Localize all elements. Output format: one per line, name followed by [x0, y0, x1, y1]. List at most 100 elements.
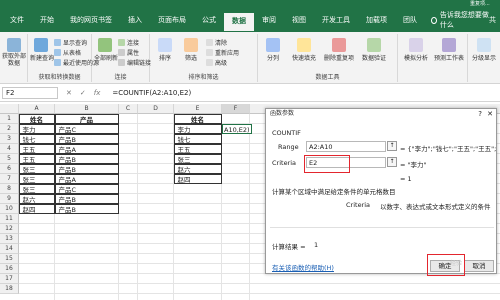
product-cell[interactable]: 产品C: [54, 183, 119, 194]
row-header[interactable]: 8: [0, 184, 19, 194]
column-header-b[interactable]: B: [55, 104, 119, 114]
product-cell[interactable]: 产品B: [54, 203, 119, 214]
name-cell[interactable]: 赵四: [18, 203, 55, 214]
product-cell[interactable]: 产品B: [54, 133, 119, 144]
refresh-all-button[interactable]: 全部刷新: [94, 38, 118, 62]
cancel-icon[interactable]: ✕: [66, 89, 72, 97]
row-header[interactable]: 1: [0, 114, 19, 124]
name-cell[interactable]: 赵六: [18, 193, 55, 204]
tab-formulas[interactable]: 公式: [194, 12, 224, 28]
cancel-button[interactable]: 取消: [464, 260, 494, 272]
tab-home[interactable]: 开始: [32, 12, 62, 28]
product-cell[interactable]: 产品A: [54, 143, 119, 154]
product-cell[interactable]: 产品A: [54, 173, 119, 184]
row-header[interactable]: 16: [0, 264, 19, 274]
active-cell-f2[interactable]: A10,E2): [222, 124, 252, 134]
data-validation-button[interactable]: 数据验证: [360, 38, 388, 62]
row-header[interactable]: 10: [0, 204, 19, 214]
name-cell[interactable]: 李力: [18, 123, 55, 134]
tell-me-box[interactable]: 告诉我您想要做什么: [425, 10, 489, 30]
product-cell[interactable]: 产品B: [54, 163, 119, 174]
range-input[interactable]: A2:A10: [306, 141, 386, 152]
product-cell[interactable]: 产品C: [54, 123, 119, 134]
remove-duplicates-button[interactable]: 删除重复项: [324, 38, 354, 62]
function-help-link[interactable]: 有关该函数的帮助(H): [272, 262, 334, 272]
share-button[interactable]: 共: [489, 15, 496, 25]
enter-icon[interactable]: ✓: [80, 89, 86, 97]
name-box[interactable]: F2: [2, 86, 58, 99]
forecast-sheet-button[interactable]: 预测工作表: [434, 38, 464, 62]
name-cell[interactable]: 钱七: [18, 133, 55, 144]
connections-button[interactable]: 连接: [118, 38, 139, 47]
outline-button[interactable]: 分级显示: [470, 38, 498, 62]
unique-name-cell[interactable]: 赵六: [173, 163, 222, 174]
header-cell-name[interactable]: 姓名: [18, 113, 55, 124]
properties-button[interactable]: 属性: [118, 48, 139, 57]
tab-view[interactable]: 视图: [284, 12, 314, 28]
row-header[interactable]: 18: [0, 284, 19, 294]
tab-bookmarks[interactable]: 我的网页书签: [62, 12, 120, 28]
header-cell-unique-name[interactable]: 姓名: [173, 113, 222, 124]
tab-addins[interactable]: 加载项: [358, 12, 395, 28]
column-header-c[interactable]: C: [119, 104, 138, 114]
get-external-data-button[interactable]: 获取外部数据: [2, 38, 26, 67]
row-header[interactable]: 5: [0, 154, 19, 164]
show-queries-button[interactable]: 显示查询: [54, 38, 87, 47]
name-cell[interactable]: 王五: [18, 143, 55, 154]
tab-developer[interactable]: 开发工具: [314, 12, 358, 28]
unique-name-cell[interactable]: 李力: [173, 123, 222, 134]
select-all-corner[interactable]: [0, 104, 19, 114]
unique-name-cell[interactable]: 钱七: [173, 133, 222, 144]
flash-fill-button[interactable]: 快速填充: [290, 38, 318, 62]
row-header[interactable]: 9: [0, 194, 19, 204]
clear-button[interactable]: 清除: [206, 38, 227, 47]
close-icon[interactable]: ✕: [487, 109, 493, 119]
criteria-input[interactable]: E2: [306, 157, 386, 168]
row-header[interactable]: 4: [0, 144, 19, 154]
what-if-button[interactable]: 模拟分析: [402, 38, 430, 62]
header-cell-product[interactable]: 产品: [54, 113, 119, 124]
tab-page-layout[interactable]: 页面布局: [150, 12, 194, 28]
unique-name-cell[interactable]: 赵四: [173, 173, 222, 184]
product-cell[interactable]: 产品B: [54, 193, 119, 204]
collapse-range-icon[interactable]: ↑: [387, 141, 397, 151]
unique-name-cell[interactable]: 王五: [173, 143, 222, 154]
tab-review[interactable]: 审阅: [254, 12, 284, 28]
row-header[interactable]: 11: [0, 214, 19, 224]
filter-button[interactable]: 筛选: [180, 38, 202, 62]
from-table-button[interactable]: 从表格: [54, 48, 81, 57]
name-cell[interactable]: 张三: [18, 183, 55, 194]
reapply-button[interactable]: 重新应用: [206, 48, 239, 57]
column-header-e[interactable]: E: [174, 104, 222, 114]
product-cell[interactable]: 产品B: [54, 153, 119, 164]
tab-data[interactable]: 数据: [224, 13, 254, 31]
column-header-d[interactable]: D: [138, 104, 174, 114]
sort-button[interactable]: 排序: [154, 38, 176, 62]
text-to-columns-button[interactable]: 分列: [262, 38, 284, 62]
formula-input[interactable]: =COUNTIF(A2:A10,E2): [112, 89, 191, 97]
row-header[interactable]: 6: [0, 164, 19, 174]
new-query-button[interactable]: 新建查询: [30, 38, 54, 62]
name-cell[interactable]: 张三: [18, 173, 55, 184]
unique-name-cell[interactable]: 张三: [173, 153, 222, 164]
tab-team[interactable]: 团队: [395, 12, 425, 28]
tab-file[interactable]: 文件: [2, 12, 32, 28]
row-header[interactable]: 17: [0, 274, 19, 284]
row-header[interactable]: 12: [0, 224, 19, 234]
name-cell[interactable]: 王五: [18, 153, 55, 164]
fx-icon[interactable]: fx: [94, 89, 101, 97]
row-header[interactable]: 13: [0, 234, 19, 244]
row-header[interactable]: 2: [0, 124, 19, 134]
row-header[interactable]: 15: [0, 254, 19, 264]
edit-links-button[interactable]: 编辑链接: [118, 58, 151, 67]
column-header-f[interactable]: F: [222, 104, 250, 114]
tab-insert[interactable]: 插入: [120, 12, 150, 28]
help-icon[interactable]: ?: [478, 109, 482, 119]
name-cell[interactable]: 张三: [18, 163, 55, 174]
column-header-a[interactable]: A: [19, 104, 55, 114]
row-header[interactable]: 3: [0, 134, 19, 144]
advanced-button[interactable]: 高级: [206, 58, 227, 67]
row-header[interactable]: 14: [0, 244, 19, 254]
collapse-criteria-icon[interactable]: ↑: [387, 157, 397, 167]
row-header[interactable]: 7: [0, 174, 19, 184]
